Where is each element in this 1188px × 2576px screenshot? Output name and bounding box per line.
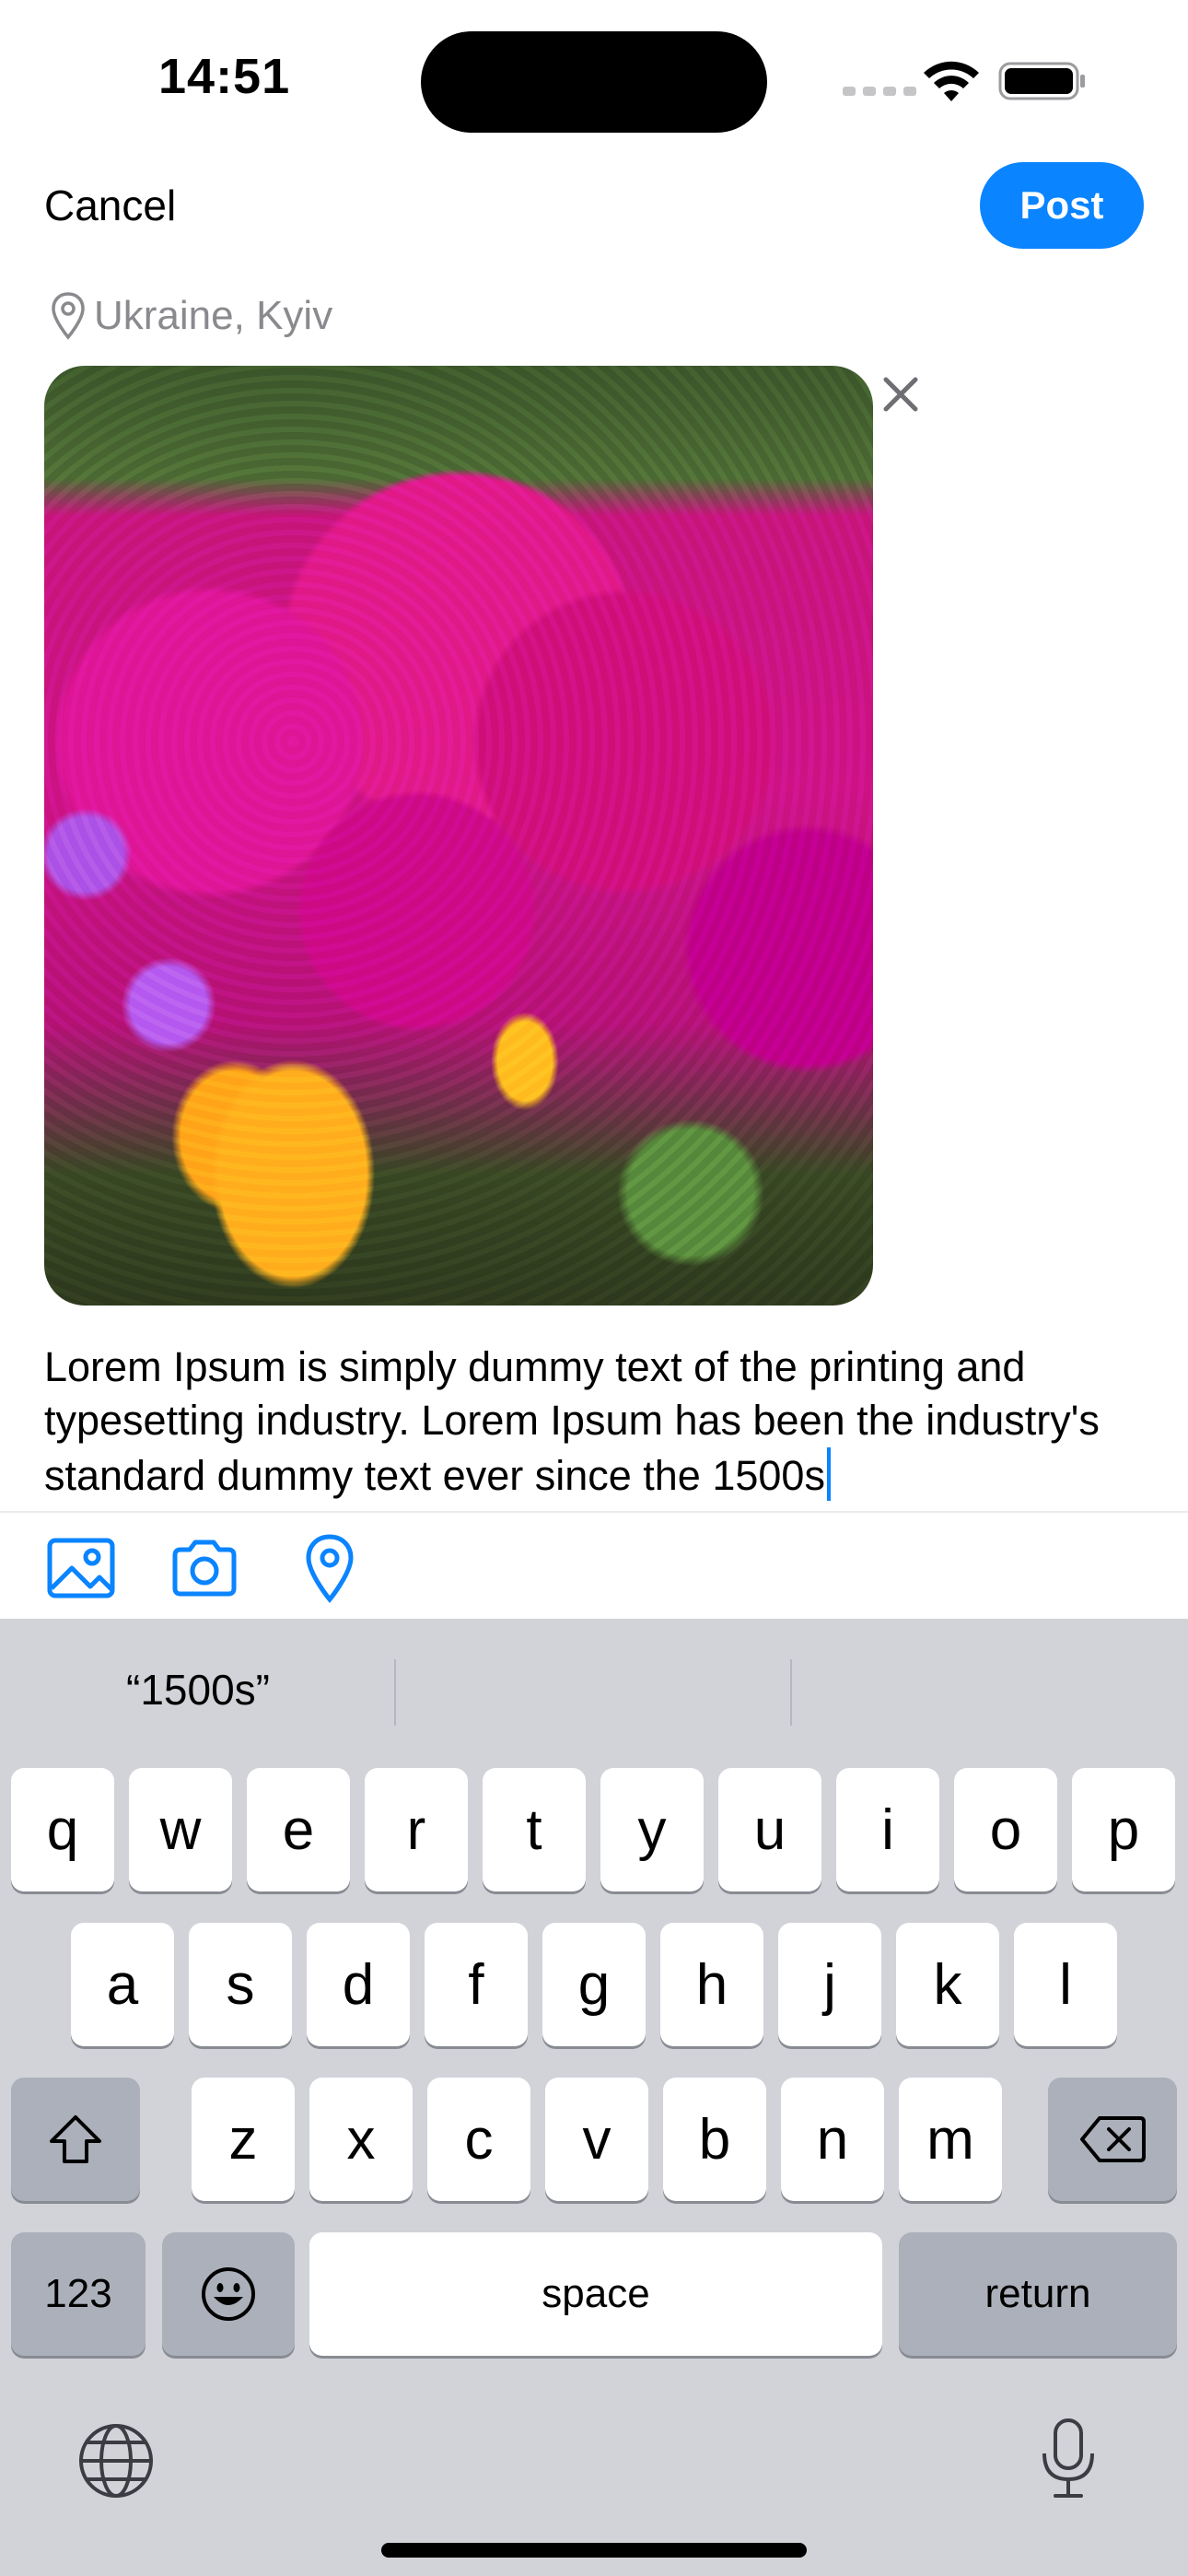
backspace-key[interactable] [1048,2078,1177,2201]
key-w[interactable]: w [129,1768,232,1891]
post-text-content: Lorem Ipsum is simply dummy text of the … [44,1343,1100,1499]
key-v[interactable]: v [545,2078,648,2201]
key-a[interactable]: a [71,1923,174,2046]
suggestion-separator [790,1659,792,1726]
key-k[interactable]: k [896,1923,999,2046]
remove-photo-icon[interactable] [880,374,921,415]
cancel-button[interactable]: Cancel [44,181,176,230]
home-indicator[interactable] [381,2543,807,2558]
text-cursor [826,1447,831,1501]
suggestion-separator [394,1659,396,1726]
camera-icon[interactable] [169,1533,239,1603]
key-q[interactable]: q [11,1768,114,1891]
key-j[interactable]: j [778,1923,881,2046]
emoji-icon [202,2267,255,2321]
key-l[interactable]: l [1014,1923,1117,2046]
key-e[interactable]: e [247,1768,350,1891]
key-g[interactable]: g [542,1923,646,2046]
status-time: 14:51 [158,49,291,104]
key-m[interactable]: m [899,2078,1002,2201]
keyboard: “1500s” q w e r t y u i o p a s d f g h … [0,1619,1188,2576]
key-f[interactable]: f [425,1923,528,2046]
location-tag[interactable]: Ukraine, Kyiv [50,291,332,341]
numbers-key[interactable]: 123 [11,2232,146,2356]
post-button[interactable]: Post [980,162,1144,249]
dynamic-island [421,31,767,133]
key-c[interactable]: c [427,2078,530,2201]
suggestion-bar: “1500s” [0,1619,1188,1766]
wifi-icon [924,61,979,101]
key-o[interactable]: o [954,1768,1057,1891]
attached-photo [44,366,873,1306]
shift-icon [50,2115,101,2163]
key-x[interactable]: x [309,2078,413,2201]
key-d[interactable]: d [307,1923,410,2046]
key-h[interactable]: h [660,1923,763,2046]
gallery-icon[interactable] [46,1533,116,1603]
key-s[interactable]: s [189,1923,292,2046]
backspace-icon [1080,2116,1146,2162]
compose-post-screen: 14:51 Cancel Post Ukraine, Kyiv Lorem Ip… [0,0,1188,2576]
location-label: Ukraine, Kyiv [94,293,333,338]
shift-key[interactable] [11,2078,140,2201]
photo-texture [44,366,873,1306]
key-u[interactable]: u [718,1768,821,1891]
key-y[interactable]: y [600,1768,704,1891]
emoji-key[interactable] [162,2232,295,2356]
battery-icon [998,62,1085,100]
suggestion-1[interactable]: “1500s” [18,1665,378,1715]
location-pin-icon [52,292,85,340]
post-text-input[interactable]: Lorem Ipsum is simply dummy text of the … [44,1341,1149,1503]
key-z[interactable]: z [192,2078,295,2201]
microphone-icon[interactable] [1039,2417,1098,2501]
key-n[interactable]: n [781,2078,884,2201]
toolbar-divider [0,1511,1188,1513]
return-key[interactable]: return [899,2232,1177,2356]
key-b[interactable]: b [663,2078,766,2201]
key-p[interactable]: p [1072,1768,1175,1891]
cellular-signal-icon [843,87,916,96]
key-i[interactable]: i [836,1768,939,1891]
globe-icon[interactable] [77,2422,155,2500]
key-t[interactable]: t [483,1768,586,1891]
key-r[interactable]: r [365,1768,468,1891]
space-key[interactable]: space [309,2232,882,2356]
location-icon[interactable] [304,1533,355,1603]
